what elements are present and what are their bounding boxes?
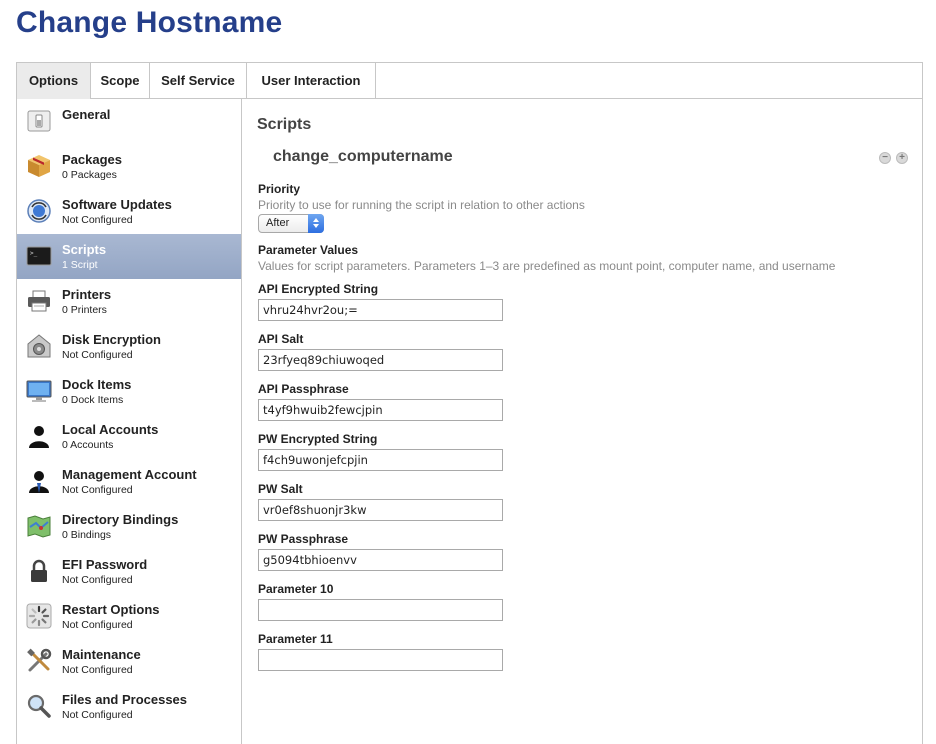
general-switch-icon — [27, 110, 51, 132]
sidebar-item-printers[interactable]: Printers 0 Printers — [17, 279, 241, 324]
sidebar-item-software-updates[interactable]: Software Updates Not Configured — [17, 189, 241, 234]
tab-user-interaction[interactable]: User Interaction — [247, 63, 376, 99]
sidebar-item-status: Not Configured — [62, 664, 133, 676]
add-script-button[interactable]: + — [896, 152, 908, 164]
priority-select-value: After — [266, 217, 290, 229]
priority-select[interactable]: After — [258, 214, 324, 233]
sidebar-item-status: 0 Bindings — [62, 529, 112, 541]
api-salt-input[interactable] — [258, 349, 503, 371]
api-encrypted-string-label: API Encrypted String — [258, 282, 379, 296]
policy-panel: Options Scope Self Service User Interact… — [16, 62, 923, 744]
magnifier-icon — [27, 694, 51, 718]
sidebar-item-status: Not Configured — [62, 574, 133, 586]
sidebar-item-files-and-processes[interactable]: Files and Processes Not Configured — [17, 684, 241, 729]
tab-bar: Options Scope Self Service User Interact… — [17, 63, 922, 99]
terminal-icon: >_ — [26, 246, 52, 266]
select-arrows-icon — [308, 214, 324, 233]
sidebar-item-scripts[interactable]: >_ Scripts 1 Script — [17, 234, 241, 279]
sidebar-item-status: Not Configured — [62, 709, 133, 721]
remove-script-button[interactable]: − — [879, 152, 891, 164]
management-user-icon — [29, 471, 49, 493]
sidebar-item-status: Not Configured — [62, 484, 133, 496]
disk-encryption-icon — [27, 334, 51, 358]
tab-self-service[interactable]: Self Service — [150, 63, 247, 99]
sidebar-item-status: 0 Accounts — [62, 439, 114, 451]
api-salt-label: API Salt — [258, 332, 304, 346]
sidebar-item-label: EFI Password — [62, 557, 148, 572]
pw-passphrase-label: PW Passphrase — [258, 532, 349, 546]
parameter-10-label: Parameter 10 — [258, 582, 334, 596]
priority-description: Priority to use for running the script i… — [258, 198, 585, 212]
sidebar: General Packages 0 Packages Software Upd… — [17, 99, 242, 744]
pw-salt-input[interactable] — [258, 499, 503, 521]
parameter-11-label: Parameter 11 — [258, 632, 333, 646]
api-encrypted-string-input[interactable] — [258, 299, 503, 321]
svg-text:>_: >_ — [30, 250, 38, 257]
tab-options[interactable]: Options — [17, 63, 91, 99]
sidebar-item-status: 0 Packages — [62, 169, 117, 181]
directory-map-icon — [27, 515, 51, 538]
sidebar-item-status: 0 Dock Items — [62, 394, 124, 406]
pw-salt-label: PW Salt — [258, 482, 303, 496]
sidebar-item-status: 0 Printers — [62, 304, 107, 316]
sidebar-item-general[interactable]: General — [17, 99, 241, 144]
pw-encrypted-string-label: PW Encrypted String — [258, 432, 378, 446]
restart-spinner-icon — [26, 603, 52, 629]
sidebar-item-packages[interactable]: Packages 0 Packages — [17, 144, 241, 189]
sidebar-item-dock-items[interactable]: Dock Items 0 Dock Items — [17, 369, 241, 414]
sidebar-item-label: General — [62, 107, 111, 122]
parameter-values-label: Parameter Values — [258, 243, 359, 257]
page-title: Change Hostname — [16, 6, 283, 39]
sidebar-item-label: Files and Processes — [62, 692, 188, 707]
api-passphrase-input[interactable] — [258, 399, 503, 421]
sidebar-item-label: Restart Options — [62, 602, 160, 617]
sidebar-item-label: Packages — [62, 152, 122, 167]
printer-icon — [28, 290, 50, 312]
padlock-icon — [31, 559, 47, 582]
monitor-icon — [26, 380, 52, 402]
sidebar-item-status: Not Configured — [62, 349, 133, 361]
parameter-10-input[interactable] — [258, 599, 503, 621]
api-passphrase-label: API Passphrase — [258, 382, 349, 396]
tools-icon — [27, 648, 52, 672]
sidebar-item-label: Disk Encryption — [62, 332, 161, 347]
sidebar-item-label: Maintenance — [62, 647, 141, 662]
sidebar-item-label: Dock Items — [62, 377, 132, 392]
sidebar-item-status: Not Configured — [62, 214, 133, 226]
sidebar-item-disk-encryption[interactable]: Disk Encryption Not Configured — [17, 324, 241, 369]
pw-encrypted-string-input[interactable] — [258, 449, 503, 471]
sidebar-item-label: Directory Bindings — [62, 512, 179, 527]
sidebar-item-label: Management Account — [62, 467, 197, 482]
parameter-values-description: Values for script parameters. Parameters… — [258, 259, 836, 273]
sidebar-item-efi-password[interactable]: EFI Password Not Configured — [17, 549, 241, 594]
sidebar-item-management-account[interactable]: Management Account Not Configured — [17, 459, 241, 504]
section-title: Scripts — [257, 116, 312, 133]
package-box-icon — [28, 155, 50, 177]
sidebar-item-status: 1 Script — [62, 259, 98, 271]
sidebar-item-label: Software Updates — [62, 197, 172, 212]
tab-scope[interactable]: Scope — [91, 63, 150, 99]
scripts-content: Scripts change_computername − + Priority… — [243, 99, 922, 744]
parameter-11-input[interactable] — [258, 649, 503, 671]
sidebar-item-local-accounts[interactable]: Local Accounts 0 Accounts — [17, 414, 241, 459]
software-update-icon — [27, 199, 51, 223]
sidebar-item-directory-bindings[interactable]: Directory Bindings 0 Bindings — [17, 504, 241, 549]
sidebar-item-maintenance[interactable]: Maintenance Not Configured — [17, 639, 241, 684]
pw-passphrase-input[interactable] — [258, 549, 503, 571]
priority-label: Priority — [258, 182, 301, 196]
sidebar-item-label: Scripts — [62, 242, 107, 257]
sidebar-item-label: Printers — [62, 287, 112, 302]
sidebar-item-label: Local Accounts — [62, 422, 159, 437]
sidebar-item-restart-options[interactable]: Restart Options Not Configured — [17, 594, 241, 639]
sidebar-item-status: Not Configured — [62, 619, 133, 631]
user-silhouette-icon — [29, 426, 49, 448]
script-name: change_computername — [273, 148, 453, 165]
